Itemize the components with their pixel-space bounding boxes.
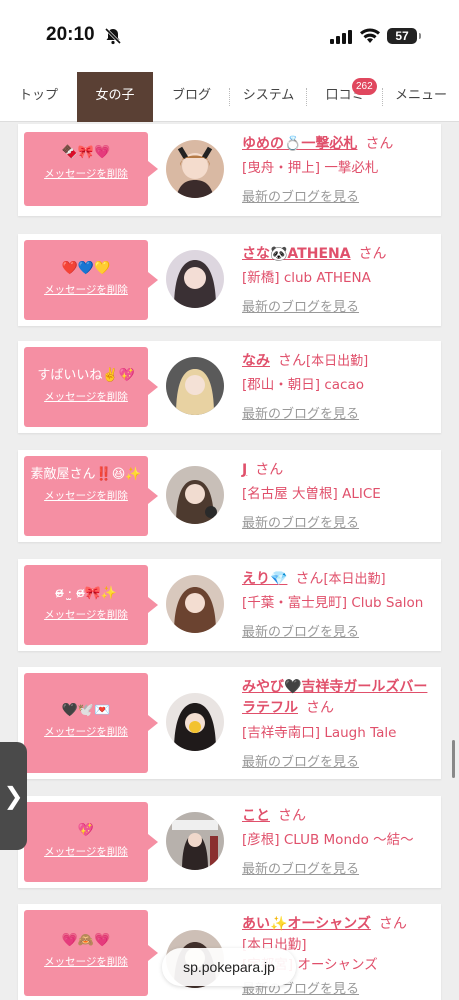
message-bubble: ɞ̴̶̷ ·̫ ɞ̴̶̷🎀✨ メッセージを削除 (24, 565, 158, 645)
girl-info: さな🐼ATHENA さん [新橋] club ATHENA 最新のブログを見る (242, 243, 433, 315)
honorific: さん (306, 700, 334, 716)
delete-message-button[interactable]: メッセージを削除 (24, 607, 148, 622)
delete-message-button[interactable]: メッセージを削除 (24, 844, 148, 859)
message-text: すばいいね✌️💖 (37, 368, 135, 383)
message-text: 🖤🕊️💌 (61, 703, 111, 718)
delete-message-button[interactable]: メッセージを削除 (24, 488, 148, 503)
list-item: ❤️💙💛 メッセージを削除 さな🐼ATHENA さん [新橋] club ATHE… (18, 234, 441, 326)
girl-info: なみ さん[本日出勤] [郡山・朝日] cacao 最新のブログを見る (242, 350, 433, 422)
review-count-badge: 262 (352, 78, 377, 95)
tab-blog[interactable]: ブログ (153, 72, 230, 122)
latest-blog-link[interactable]: 最新のブログを見る (242, 858, 359, 877)
delete-message-button[interactable]: メッセージを削除 (24, 954, 148, 969)
main-navigation: トップ 女の子 ブログ システム 口コミ メニュー (0, 72, 459, 122)
message-text: 🍫🎀💗 (61, 145, 111, 160)
latest-blog-link[interactable]: 最新のブログを見る (242, 403, 359, 422)
attendance-status: [本日出勤] (323, 572, 386, 587)
tab-system[interactable]: システム (230, 72, 307, 122)
status-bar: 20:10 57 (0, 0, 459, 72)
honorific: さん (278, 808, 306, 824)
delete-message-button[interactable]: メッセージを削除 (24, 389, 148, 404)
status-time: 20:10 (46, 24, 95, 45)
message-text: 💗🙈💗 (61, 933, 111, 948)
delete-message-button[interactable]: メッセージを削除 (24, 166, 148, 181)
message-bubble: 💖 メッセージを削除 (24, 802, 158, 882)
avatar[interactable] (166, 357, 224, 415)
tab-menu[interactable]: メニュー (383, 72, 459, 122)
shop-name: [曳舟・押上] 一撃必札 (242, 160, 379, 176)
latest-blog-link[interactable]: 最新のブログを見る (242, 621, 359, 640)
girl-name-link[interactable]: J (242, 462, 247, 478)
address-bar[interactable]: sp.pokepara.jp (162, 948, 296, 986)
girl-info: えり💎 さん[本日出勤] [千葉・富士見町] Club Salon 最新のブログを… (242, 568, 433, 640)
avatar[interactable] (166, 250, 224, 308)
girl-info: こと さん [彦根] CLUB Mondo 〜結〜 最新のブログを見る (242, 805, 433, 877)
list-item: 💖 メッセージを削除 こと さん [彦根] CLUB Mondo 〜結〜 最新のブ… (18, 796, 441, 888)
shop-name: [吉祥寺南口] Laugh Tale (242, 725, 397, 741)
girl-name-link[interactable]: えり💎 (242, 571, 287, 587)
avatar[interactable] (166, 575, 224, 633)
delete-message-button[interactable]: メッセージを削除 (24, 282, 148, 297)
message-text: ❤️💙💛 (61, 261, 111, 276)
list-item: すばいいね✌️💖 メッセージを削除 なみ さん[本日出勤] [郡山・朝日] cac… (18, 341, 441, 433)
girl-info: みやび🖤吉祥寺ガールズバーラテフル さん [吉祥寺南口] Laugh Tale 最… (242, 676, 433, 770)
message-bubble: 素敵屋さん‼️😆✨ メッセージを削除 (24, 456, 158, 536)
bell-off-icon (104, 27, 122, 45)
tab-girls[interactable]: 女の子 (77, 72, 153, 122)
list-item: 素敵屋さん‼️😆✨ メッセージを削除 J さん [名古屋 大曽根] ALICE 最… (18, 450, 441, 542)
tab-top[interactable]: トップ (0, 72, 77, 122)
list-item: ɞ̴̶̷ ·̫ ɞ̴̶̷🎀✨ メッセージを削除 えり💎 さん[本日出勤] [千葉・… (18, 559, 441, 651)
avatar[interactable] (166, 693, 224, 751)
message-text: 💖 (77, 823, 95, 838)
shop-name: [郡山・朝日] cacao (242, 377, 364, 393)
message-bubble: すばいいね✌️💖 メッセージを削除 (24, 347, 158, 427)
avatar[interactable] (166, 140, 224, 198)
girl-name-link[interactable]: さな🐼ATHENA (242, 246, 351, 262)
shop-name: [新橋] club ATHENA (242, 270, 371, 286)
message-text: ɞ̴̶̷ ·̫ ɞ̴̶̷🎀✨ (54, 586, 118, 601)
girl-name-link[interactable]: ゆめの💍一撃必札 (242, 136, 357, 152)
attendance-status: [本日出勤] (306, 354, 369, 369)
latest-blog-link[interactable]: 最新のブログを見る (242, 296, 359, 315)
shop-name: [千葉・富士見町] Club Salon (242, 595, 424, 611)
avatar[interactable] (166, 812, 224, 870)
side-drawer-toggle[interactable]: ❯ (0, 742, 27, 850)
honorific: さん (378, 916, 407, 932)
girl-name-link[interactable]: こと (242, 808, 270, 824)
message-bubble: 🖤🕊️💌 メッセージを削除 (24, 673, 158, 773)
message-bubble: 💗🙈💗 メッセージを削除 (24, 910, 158, 996)
list-item: 🍫🎀💗 メッセージを削除 ゆめの💍一撃必札 さん [曳舟・押上] 一撃必札 最新の… (18, 124, 441, 216)
honorific: さん (365, 136, 394, 152)
honorific: さん (278, 353, 306, 369)
shop-name: [彦根] CLUB Mondo 〜結〜 (242, 832, 414, 848)
battery-indicator: 57 (387, 28, 421, 44)
honorific: さん (255, 462, 284, 478)
wifi-icon (360, 28, 380, 43)
girl-info: ゆめの💍一撃必札 さん [曳舟・押上] 一撃必札 最新のブログを見る (242, 133, 433, 205)
message-text: 素敵屋さん‼️😆✨ (30, 467, 142, 482)
girl-name-link[interactable]: なみ (242, 353, 270, 369)
girl-name-link[interactable]: みやび🖤吉祥寺ガールズバーラテフル (242, 679, 427, 716)
latest-blog-link[interactable]: 最新のブログを見る (242, 751, 359, 770)
girl-info: J さん [名古屋 大曽根] ALICE 最新のブログを見る (242, 459, 433, 531)
cellular-signal-icon (330, 30, 352, 44)
shop-name: [名古屋 大曽根] ALICE (242, 486, 381, 502)
latest-blog-link[interactable]: 最新のブログを見る (242, 186, 359, 205)
honorific: さん (358, 246, 387, 262)
message-bubble: ❤️💙💛 メッセージを削除 (24, 240, 158, 320)
avatar[interactable] (166, 466, 224, 524)
honorific: さん (295, 571, 324, 587)
latest-blog-link[interactable]: 最新のブログを見る (242, 512, 359, 531)
message-bubble: 🍫🎀💗 メッセージを削除 (24, 132, 158, 206)
list-item: 🖤🕊️💌 メッセージを削除 みやび🖤吉祥寺ガールズバーラテフル さん [吉祥寺南口… (18, 667, 441, 779)
delete-message-button[interactable]: メッセージを削除 (24, 724, 148, 739)
scrollbar[interactable] (452, 740, 455, 778)
girl-name-link[interactable]: あい✨オーシャンズ (242, 916, 371, 932)
